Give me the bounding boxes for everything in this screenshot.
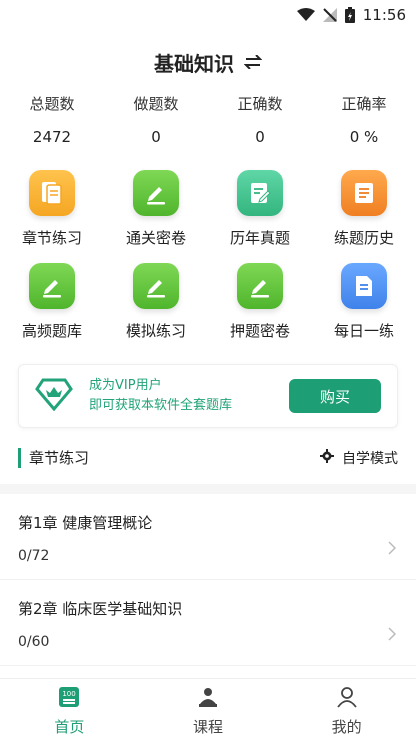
feature-pass-exam[interactable]: 通关密卷 bbox=[104, 170, 208, 249]
course-icon bbox=[197, 686, 219, 712]
tab-courses[interactable]: 课程 bbox=[139, 679, 278, 744]
stat-label: 做题数 bbox=[133, 95, 179, 113]
stat-label: 总题数 bbox=[29, 95, 75, 113]
chapter-item[interactable]: 第1章 健康管理概论 0/72 bbox=[0, 494, 416, 580]
vip-line1: 成为VIP用户 bbox=[89, 378, 162, 393]
vip-line2: 即可获取本软件全套题库 bbox=[89, 398, 233, 413]
feature-label: 高频题库 bbox=[21, 322, 82, 340]
feature-label: 练题历史 bbox=[333, 229, 394, 247]
divider bbox=[0, 484, 416, 494]
stat-correct: 正确数 0 bbox=[208, 90, 312, 156]
tab-label: 课程 bbox=[192, 718, 223, 736]
feature-mock-practice[interactable]: 模拟练习 bbox=[104, 263, 208, 342]
vip-diamond-icon bbox=[35, 377, 73, 415]
subject-switcher[interactable]: 基础知识 bbox=[0, 36, 416, 88]
stat-done: 做题数 0 bbox=[104, 90, 208, 156]
chevron-right-icon bbox=[388, 626, 397, 645]
feature-past-exams[interactable]: 历年真题 bbox=[208, 170, 312, 249]
section-title: 章节练习 bbox=[18, 448, 89, 468]
stat-label: 正确率 bbox=[341, 95, 387, 113]
section-header: 章节练习 自学模式 bbox=[0, 442, 416, 474]
chevron-right-icon bbox=[388, 540, 397, 559]
tab-profile[interactable]: 我的 bbox=[277, 679, 416, 744]
svg-text:100: 100 bbox=[63, 690, 76, 698]
feature-chapter-practice[interactable]: 章节练习 bbox=[0, 170, 104, 249]
buy-button[interactable]: 购买 bbox=[289, 379, 381, 413]
edit-icon bbox=[29, 263, 75, 309]
home-100-icon: 100 bbox=[58, 686, 80, 712]
chapter-title: 第1章 健康管理概论 bbox=[18, 514, 153, 532]
chapter-item[interactable]: 第2章 临床医学基础知识 0/60 bbox=[0, 580, 416, 666]
stat-total: 总题数 2472 bbox=[0, 90, 104, 156]
study-mode-toggle[interactable]: 自学模式 bbox=[320, 448, 398, 468]
feature-label: 章节练习 bbox=[21, 229, 82, 247]
edit-icon bbox=[133, 170, 179, 216]
feature-label: 押题密卷 bbox=[229, 322, 290, 340]
no-signal-icon bbox=[322, 8, 337, 22]
stat-value: 2472 bbox=[32, 128, 72, 146]
notepad-icon bbox=[237, 170, 283, 216]
chapter-title: 第2章 临床医学基础知识 bbox=[18, 600, 183, 618]
vip-text: 成为VIP用户 即可获取本软件全套题库 bbox=[89, 376, 289, 416]
tab-home[interactable]: 100 首页 bbox=[0, 679, 139, 744]
edit-icon bbox=[133, 263, 179, 309]
tab-label: 首页 bbox=[54, 718, 85, 736]
wifi-icon bbox=[296, 8, 315, 22]
feature-predicted-exam[interactable]: 押题密卷 bbox=[208, 263, 312, 342]
status-bar: 11:56 bbox=[0, 0, 416, 30]
tab-label: 我的 bbox=[331, 718, 362, 736]
feature-daily-practice[interactable]: 每日一练 bbox=[312, 263, 416, 342]
bottom-tab-bar: 100 首页 课程 我的 bbox=[0, 678, 416, 744]
feature-grid: 章节练习 通关密卷 历年真题 练题历史 高频题库 模拟练习 押题密卷 每日一练 bbox=[0, 170, 416, 342]
feature-label: 模拟练习 bbox=[125, 322, 186, 340]
mode-label: 自学模式 bbox=[342, 451, 398, 467]
feature-label: 每日一练 bbox=[333, 322, 394, 340]
stat-value: 0 bbox=[151, 128, 161, 146]
book-icon bbox=[29, 170, 75, 216]
stat-value: 0 % bbox=[349, 128, 379, 146]
chapter-progress: 0/60 bbox=[18, 634, 50, 650]
stats-panel: 总题数 2472 做题数 0 正确数 0 正确率 0 % bbox=[0, 90, 416, 156]
stat-value: 0 bbox=[255, 128, 265, 146]
stat-label: 正确数 bbox=[237, 95, 283, 113]
book-list-icon bbox=[341, 170, 387, 216]
battery-icon bbox=[344, 7, 355, 23]
profile-icon bbox=[336, 686, 358, 712]
feature-label: 历年真题 bbox=[229, 229, 290, 247]
swap-icon bbox=[243, 50, 263, 74]
vip-banner: 成为VIP用户 即可获取本软件全套题库 购买 bbox=[18, 364, 398, 428]
page-title: 基础知识 bbox=[154, 51, 234, 76]
document-icon bbox=[341, 263, 387, 309]
gear-icon bbox=[320, 449, 334, 467]
feature-high-frequency[interactable]: 高频题库 bbox=[0, 263, 104, 342]
feature-label: 通关密卷 bbox=[125, 229, 186, 247]
stat-accuracy: 正确率 0 % bbox=[312, 90, 416, 156]
edit-icon bbox=[237, 263, 283, 309]
chapter-progress: 0/72 bbox=[18, 548, 50, 564]
feature-history[interactable]: 练题历史 bbox=[312, 170, 416, 249]
clock: 11:56 bbox=[362, 6, 406, 24]
